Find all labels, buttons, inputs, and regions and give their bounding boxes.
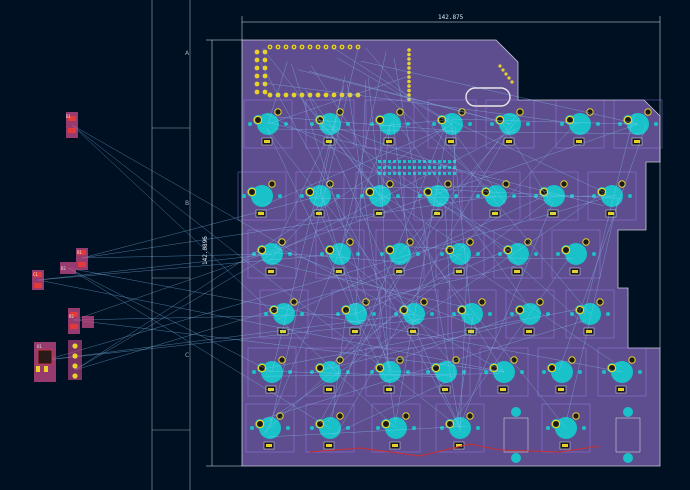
header-pin [267, 92, 273, 98]
header-pin [323, 92, 329, 98]
footprint-u1[interactable]: U1 [34, 340, 82, 382]
header-pin [407, 79, 411, 84]
header-pin [407, 57, 411, 61]
footprint-u1-ref: U1 [37, 344, 42, 349]
zone-label-a: A [185, 50, 190, 57]
header-pin [407, 66, 411, 70]
diode-pad [403, 166, 406, 169]
diode-pad [398, 160, 401, 163]
header-pin [291, 92, 297, 98]
diode-pad [408, 160, 411, 163]
height-dimension-label: 142.0896 [202, 236, 209, 265]
header-pin [262, 57, 268, 63]
header-pin [407, 75, 411, 79]
header-pin [407, 61, 411, 66]
diode-pad [403, 160, 406, 163]
diode-pad [393, 166, 396, 169]
zone-label-c: C [185, 352, 189, 359]
zone-label-b: B [185, 200, 189, 207]
footprint-c1-ref: C1 [33, 272, 38, 277]
header-pin [407, 52, 411, 57]
footprint-r2-ref: R2 [69, 314, 74, 319]
diode-pad [443, 160, 446, 163]
width-dimension-label: 142.875 [438, 14, 464, 21]
diode-pad [443, 172, 446, 175]
diode-pad [438, 160, 441, 163]
diode-pad [378, 166, 381, 169]
diode-pad [448, 172, 451, 175]
header-pin [315, 92, 321, 98]
header-pin [510, 80, 514, 84]
header-pin [407, 88, 411, 93]
diode-pad [448, 160, 451, 163]
diode-pad [423, 166, 426, 169]
footprint-d1-ref: D1 [66, 114, 71, 119]
header-pin [407, 84, 411, 88]
diode-pad [388, 160, 391, 163]
footprint-d2[interactable]: D2 [60, 262, 76, 274]
header-pin [254, 49, 260, 55]
diode-pad [413, 160, 416, 163]
header-pin [501, 68, 505, 72]
footprint-d2-ref: D2 [61, 266, 66, 271]
header-pin [254, 65, 260, 71]
stabilizer-pad [511, 453, 521, 463]
footprint-d1[interactable]: D1 [66, 112, 78, 138]
footprint-r1-ref: R1 [77, 250, 82, 255]
header-pin [262, 81, 268, 87]
header-pin [407, 48, 411, 52]
diode-pad [403, 172, 406, 175]
diode-pad [453, 172, 456, 175]
sheet-frame [151, 0, 191, 490]
header-pin [254, 57, 260, 63]
header-pin [262, 89, 268, 95]
diode-pad [408, 166, 411, 169]
height-dimension [206, 39, 242, 467]
pcb-editor-canvas[interactable]: A B C 142.875 142.0896 D1 R1 D2 C1 R2 U1 [0, 0, 690, 490]
header-pin [254, 89, 260, 95]
diode-pad [433, 166, 436, 169]
header-pin [283, 92, 289, 98]
stabilizer-pad [623, 453, 633, 463]
header-pin [262, 73, 268, 79]
footprint-c1[interactable]: C1 [32, 270, 44, 290]
diode-pad [388, 172, 391, 175]
diode-pad [408, 172, 411, 175]
header-pin [331, 92, 337, 98]
header-pin [507, 76, 511, 80]
header-pin [254, 81, 260, 87]
stabilizer-pad [511, 407, 521, 417]
header-pin [504, 72, 508, 76]
diode-pad [418, 166, 421, 169]
diode-pad [418, 172, 421, 175]
footprint-r1[interactable]: R1 [76, 248, 88, 270]
header-pin [254, 73, 260, 79]
header-pin [498, 64, 502, 68]
stabilizer-pad [623, 407, 633, 417]
diode-pad [423, 172, 426, 175]
